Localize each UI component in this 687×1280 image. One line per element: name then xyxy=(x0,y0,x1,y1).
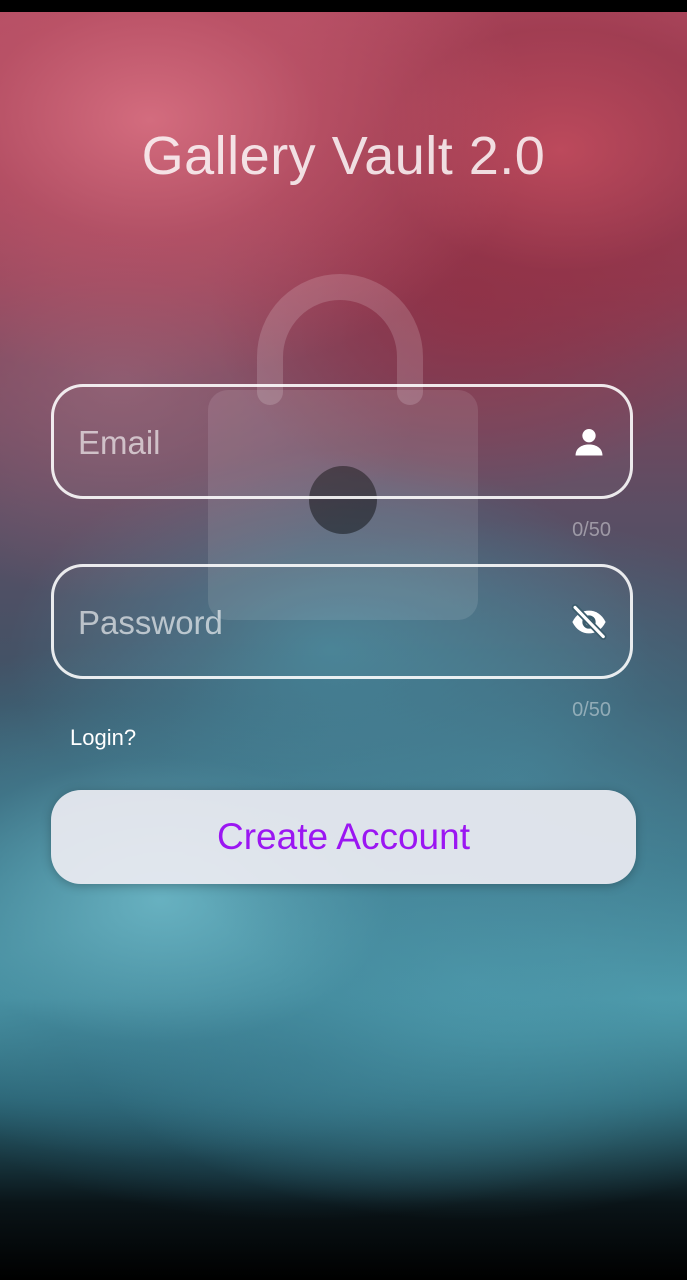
email-char-counter: 0/50 xyxy=(572,519,611,541)
eye-off-icon[interactable] xyxy=(570,603,608,641)
login-link[interactable]: Login? xyxy=(70,725,136,751)
password-char-counter: 0/50 xyxy=(572,699,611,721)
status-bar-strip xyxy=(0,0,687,12)
email-field[interactable] xyxy=(51,384,633,499)
password-field[interactable] xyxy=(51,564,633,679)
app-title: Gallery Vault 2.0 xyxy=(141,126,546,186)
email-input[interactable] xyxy=(76,387,550,498)
create-account-screen: Gallery Vault 2.0 0/50 0/50 Login? Creat… xyxy=(0,0,687,1280)
password-input[interactable] xyxy=(76,567,550,678)
create-account-button[interactable]: Create Account xyxy=(51,790,636,884)
person-icon xyxy=(575,429,603,456)
